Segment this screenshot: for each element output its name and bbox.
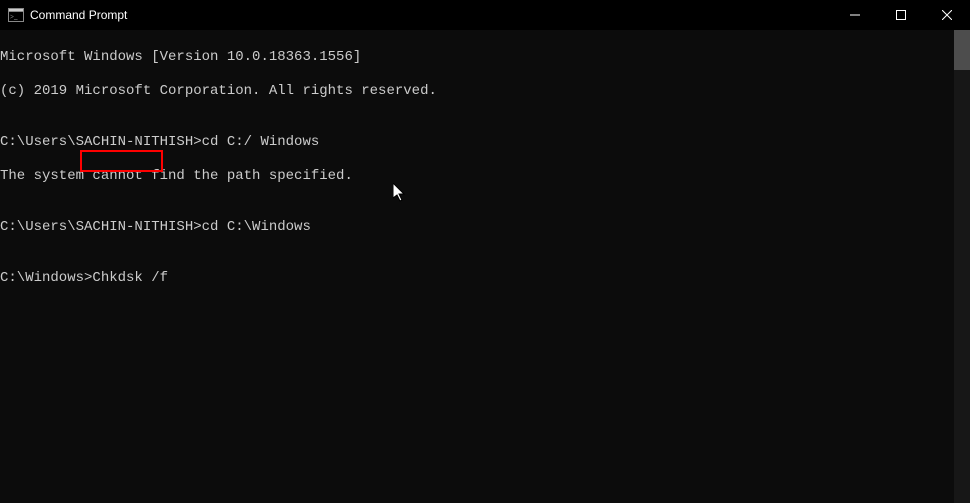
terminal-output[interactable]: Microsoft Windows [Version 10.0.18363.15… (0, 30, 970, 503)
close-button[interactable] (924, 0, 970, 30)
window-controls (832, 0, 970, 30)
terminal-line: (c) 2019 Microsoft Corporation. All righ… (0, 83, 970, 100)
terminal-line: C:\Users\SACHIN-NITHISH>cd C:/ Windows (0, 134, 970, 151)
window-title: Command Prompt (30, 8, 127, 22)
terminal-line: The system cannot find the path specifie… (0, 168, 970, 185)
titlebar: >_ Command Prompt (0, 0, 970, 30)
svg-text:>_: >_ (10, 13, 18, 21)
terminal-line: C:\Windows>Chkdsk /f (0, 270, 970, 287)
cmd-icon: >_ (8, 8, 24, 22)
scrollbar[interactable] (954, 30, 970, 503)
terminal-line: C:\Users\SACHIN-NITHISH>cd C:\Windows (0, 219, 970, 236)
minimize-button[interactable] (832, 0, 878, 30)
terminal-line: Microsoft Windows [Version 10.0.18363.15… (0, 49, 970, 66)
scrollbar-thumb[interactable] (954, 30, 970, 70)
maximize-button[interactable] (878, 0, 924, 30)
titlebar-left: >_ Command Prompt (8, 8, 127, 22)
